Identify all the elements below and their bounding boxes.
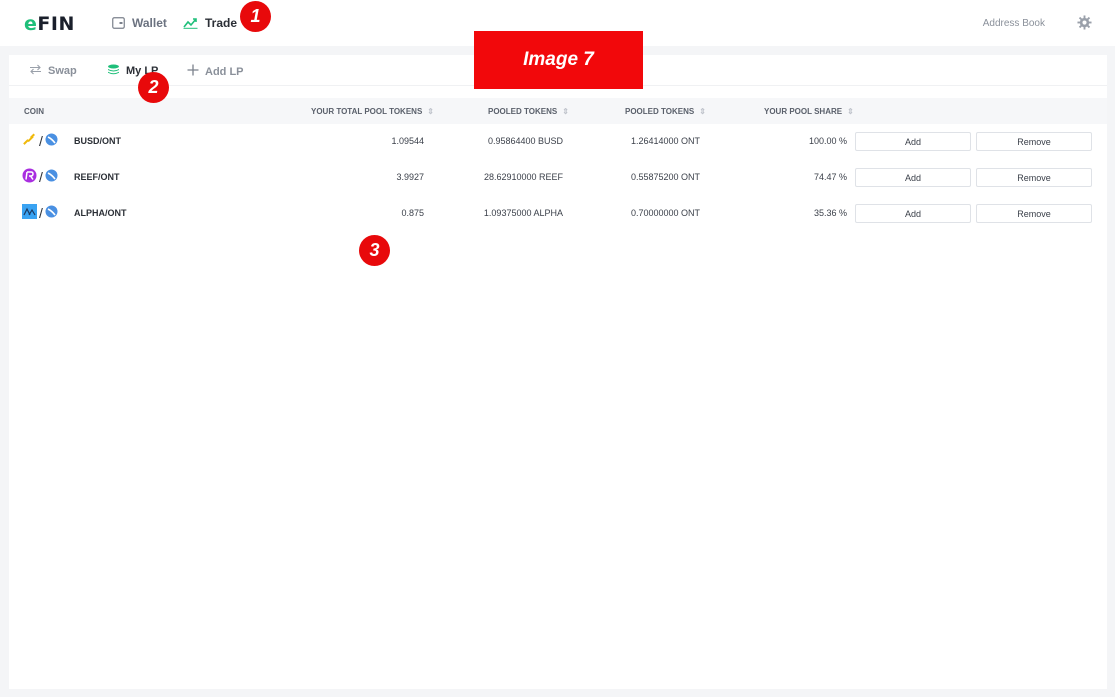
- subnav-swap-label: Swap: [48, 65, 77, 77]
- pool-share: 35.36 %: [813, 208, 847, 218]
- pair-separator: /: [39, 204, 43, 221]
- annotation-marker-1: 1: [240, 1, 271, 32]
- table-row: / ALPHA/ONT 0.875 1.09375000 ALPHA 0.700…: [9, 196, 1107, 231]
- column-coin: COIN: [24, 107, 44, 116]
- remove-button[interactable]: Remove: [976, 204, 1092, 223]
- address-book-link[interactable]: Address Book: [983, 18, 1045, 29]
- add-button[interactable]: Add: [855, 204, 971, 223]
- total-pool-tokens: 0.875: [401, 208, 424, 218]
- ont-coin-icon: [45, 205, 58, 220]
- pooled-tokens-b: 0.70000000 ONT: [630, 208, 700, 218]
- gear-icon[interactable]: [1077, 15, 1092, 35]
- pooled-tokens-a: 0.95864400 BUSD: [487, 136, 563, 146]
- table-row: / REEF/ONT 3.9927 28.62910000 REEF 0.558…: [9, 160, 1107, 195]
- sort-icon: ⇕: [562, 107, 569, 116]
- pool-share: 100.00 %: [808, 136, 847, 146]
- ont-coin-icon: [45, 169, 58, 184]
- nav-trade[interactable]: Trade: [183, 16, 237, 30]
- nav-wallet-label: Wallet: [132, 16, 167, 30]
- subnav-add-lp-label: Add LP: [205, 65, 244, 78]
- sort-icon: ⇕: [427, 107, 434, 116]
- subnav-add-lp[interactable]: Add LP: [187, 64, 244, 79]
- remove-button[interactable]: Remove: [976, 132, 1092, 151]
- plus-icon: [187, 64, 199, 79]
- pair-name: ALPHA/ONT: [74, 208, 127, 218]
- pair-separator: /: [39, 168, 43, 185]
- nav-trade-label: Trade: [205, 16, 238, 30]
- busd-coin-icon: [22, 132, 37, 149]
- ont-coin-icon: [45, 133, 58, 148]
- pooled-tokens-a: 1.09375000 ALPHA: [483, 208, 563, 218]
- pool-share: 74.47 %: [813, 172, 847, 182]
- column-pooled-tokens-b[interactable]: POOLED TOKENS ⇕: [625, 107, 706, 116]
- trending-up-icon: [183, 17, 198, 29]
- pair-icons: /: [22, 132, 58, 149]
- efin-logo[interactable]: eFIN: [24, 13, 75, 35]
- pooled-tokens-b: 1.26414000 ONT: [630, 136, 700, 146]
- subnav-swap[interactable]: Swap: [29, 64, 77, 78]
- column-pool-share[interactable]: YOUR POOL SHARE ⇕: [764, 107, 854, 116]
- pair-separator: /: [39, 132, 43, 149]
- total-pool-tokens: 3.9927: [396, 172, 424, 182]
- nav-wallet[interactable]: Wallet: [112, 16, 167, 30]
- reef-coin-icon: [22, 168, 37, 185]
- alpha-coin-icon: [22, 204, 37, 221]
- add-button[interactable]: Add: [855, 168, 971, 187]
- pair-icons: /: [22, 168, 58, 185]
- column-total-pool-tokens[interactable]: YOUR TOTAL POOL TOKENS ⇕: [311, 107, 434, 116]
- wallet-icon: [112, 17, 125, 29]
- add-button[interactable]: Add: [855, 132, 971, 151]
- annotation-marker-3: 3: [359, 235, 390, 266]
- swap-icon: [29, 64, 42, 78]
- sort-icon: ⇕: [699, 107, 706, 116]
- pooled-tokens-b: 0.55875200 ONT: [630, 172, 700, 182]
- main-panel: Swap My LP Add LP COIN YOUR TOTAL POOL T…: [9, 55, 1107, 689]
- pair-name: BUSD/ONT: [74, 136, 121, 146]
- pooled-tokens-a: 28.62910000 REEF: [483, 172, 563, 182]
- pair-icons: /: [22, 204, 58, 221]
- image-label-badge: Image 7: [474, 31, 643, 89]
- table-row: / BUSD/ONT 1.09544 0.95864400 BUSD 1.264…: [9, 124, 1107, 159]
- sort-icon: ⇕: [847, 107, 854, 116]
- column-pooled-tokens-a[interactable]: POOLED TOKENS ⇕: [488, 107, 569, 116]
- pair-name: REEF/ONT: [74, 172, 120, 182]
- remove-button[interactable]: Remove: [976, 168, 1092, 187]
- table-header: COIN YOUR TOTAL POOL TOKENS ⇕ POOLED TOKE…: [9, 98, 1107, 124]
- annotation-marker-2: 2: [138, 72, 169, 103]
- total-pool-tokens: 1.09544: [391, 136, 424, 146]
- coins-stack-icon: [107, 64, 120, 78]
